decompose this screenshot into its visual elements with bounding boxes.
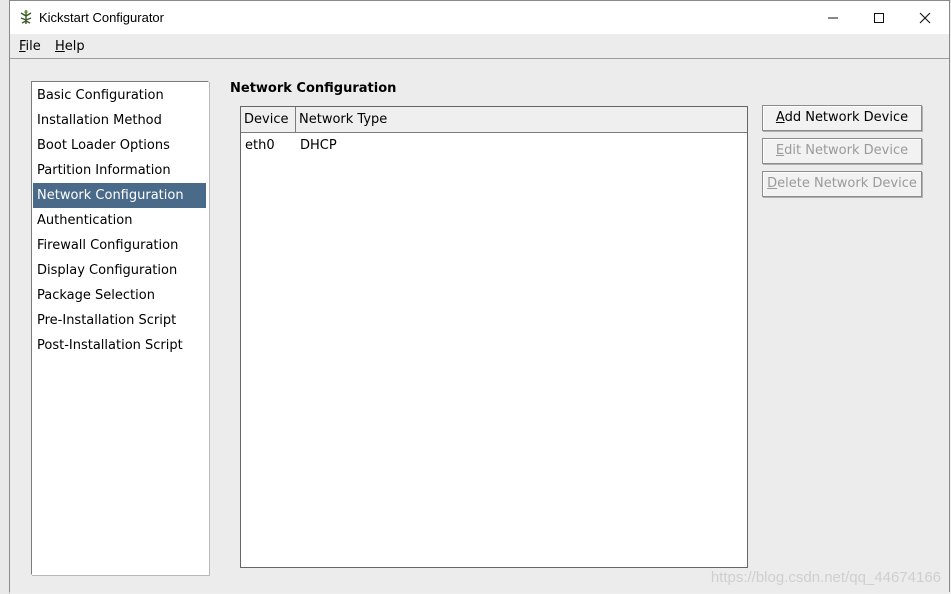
delete-button-mnemonic: D — [767, 176, 778, 191]
edit-button-mnemonic: E — [775, 143, 785, 158]
sidebar-item-display-configuration[interactable]: Display Configuration — [33, 258, 206, 283]
close-button[interactable] — [902, 1, 948, 34]
menu-help-label: elp — [64, 39, 85, 54]
sidebar-item-pre-installation-script[interactable]: Pre-Installation Script — [33, 308, 206, 333]
close-icon — [919, 12, 931, 23]
network-device-table: Device Network Type eth0 DHCP — [240, 106, 748, 568]
add-button-mnemonic: A — [775, 110, 785, 125]
kickstart-window: Kickstart Configurator File Help Basic C… — [9, 0, 950, 593]
menu-bar: File Help — [10, 34, 949, 59]
edit-button-label: dit Network Device — [784, 143, 909, 158]
menu-help[interactable]: Help — [55, 39, 85, 54]
sidebar-item-partition-information[interactable]: Partition Information — [33, 158, 206, 183]
table-row[interactable]: eth0 DHCP — [241, 135, 747, 157]
add-network-device-button[interactable]: Add Network Device — [762, 105, 922, 131]
menu-file-label: ile — [25, 39, 41, 54]
minimize-icon — [828, 17, 838, 18]
title-bar[interactable]: Kickstart Configurator — [10, 1, 949, 34]
sidebar-item-network-configuration[interactable]: Network Configuration — [33, 183, 206, 208]
column-header-device[interactable]: Device — [241, 107, 296, 132]
app-icon — [20, 10, 32, 24]
sidebar-item-authentication[interactable]: Authentication — [33, 208, 206, 233]
delete-button-label: elete Network Device — [777, 176, 917, 191]
sidebar-item-package-selection[interactable]: Package Selection — [33, 283, 206, 308]
window-title: Kickstart Configurator — [39, 10, 164, 25]
section-title: Network Configuration — [230, 81, 397, 96]
cell-network-type: DHCP — [300, 138, 337, 153]
edit-network-device-button[interactable]: Edit Network Device — [762, 138, 922, 164]
content-area: Basic Configuration Installation Method … — [10, 59, 949, 593]
sidebar-item-installation-method[interactable]: Installation Method — [33, 108, 206, 133]
delete-network-device-button[interactable]: Delete Network Device — [762, 171, 922, 197]
menu-file[interactable]: File — [19, 39, 41, 54]
watermark-text: https://blog.csdn.net/qq_44674166 — [710, 569, 941, 586]
maximize-button[interactable] — [856, 1, 902, 34]
sidebar-item-firewall-configuration[interactable]: Firewall Configuration — [33, 233, 206, 258]
sidebar-item-post-installation-script[interactable]: Post-Installation Script — [33, 333, 206, 358]
maximize-icon — [874, 12, 884, 23]
minimize-button[interactable] — [810, 1, 856, 34]
cell-device: eth0 — [245, 138, 275, 153]
sidebar-item-boot-loader-options[interactable]: Boot Loader Options — [33, 133, 206, 158]
sidebar-item-basic-configuration[interactable]: Basic Configuration — [33, 83, 206, 108]
menu-help-mnemonic: H — [55, 39, 65, 54]
table-header: Device Network Type — [241, 107, 747, 133]
add-button-label: dd Network Device — [784, 110, 909, 125]
category-list: Basic Configuration Installation Method … — [31, 81, 209, 575]
column-header-network-type[interactable]: Network Type — [296, 107, 746, 132]
